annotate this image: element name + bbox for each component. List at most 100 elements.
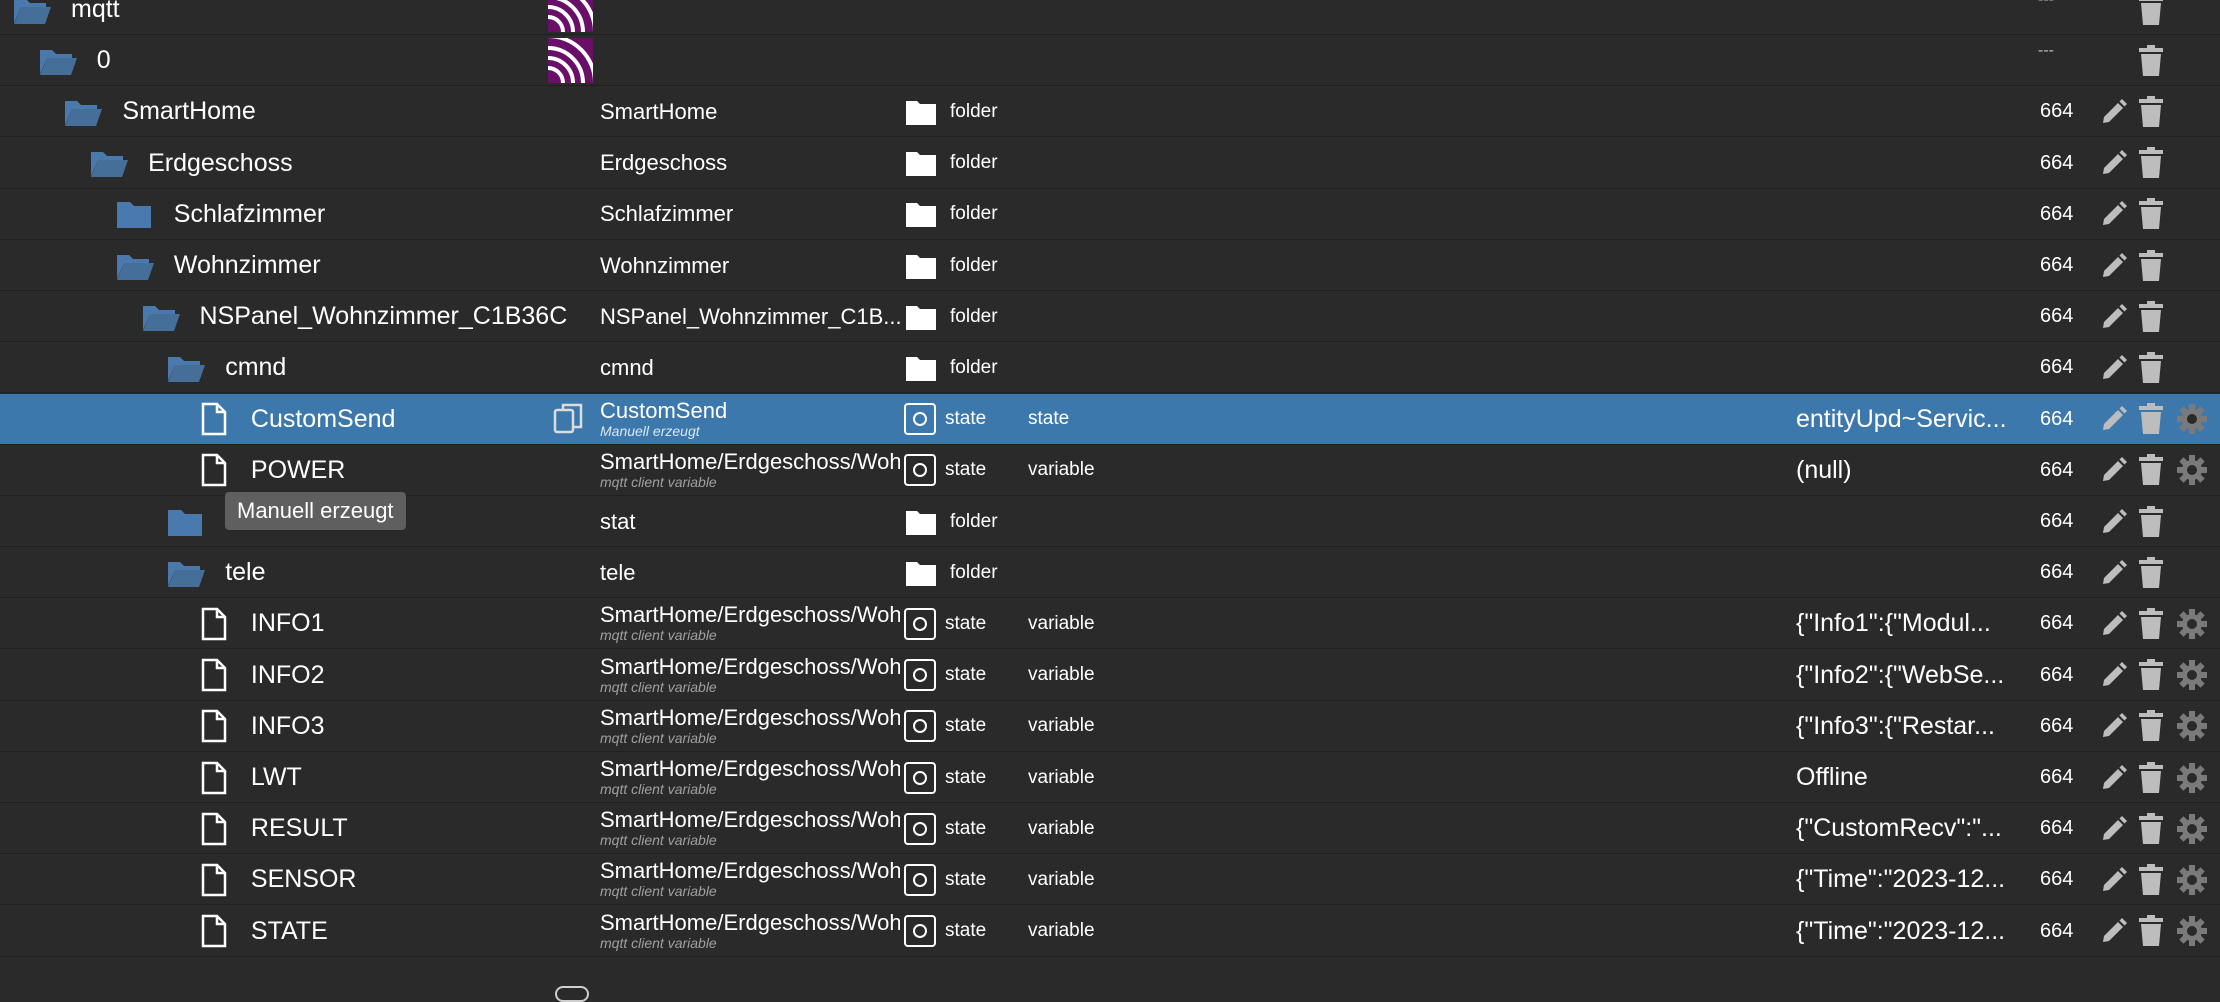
object-name-sub: mqtt client variable xyxy=(600,473,717,490)
tree-row-tele[interactable]: tele tele folder 664 xyxy=(0,547,2220,599)
delete-icon[interactable] xyxy=(2138,752,2164,803)
tree-row-lwt[interactable]: LWT SmartHome/Erdgeschoss/Woh mqtt client … xyxy=(0,752,2220,803)
edit-icon[interactable] xyxy=(2099,547,2129,598)
tree-row-info3[interactable]: INFO3 SmartHome/Erdgeschoss/Woh mqtt clien… xyxy=(0,701,2220,752)
edit-icon[interactable] xyxy=(2099,598,2129,649)
edit-icon[interactable] xyxy=(2099,906,2129,957)
tree-row-nspanel_wohnzimmer_c1b36c[interactable]: NSPanel_Wohnzimmer_C1B36C NSPanel_Wohnzim… xyxy=(0,291,2220,343)
edit-icon[interactable] xyxy=(2099,650,2129,701)
delete-icon[interactable] xyxy=(2138,35,2164,86)
folder-open-icon[interactable] xyxy=(141,291,181,342)
tree-row-erdgeschoss[interactable]: Erdgeschoss Erdgeschoss folder 664 xyxy=(0,138,2220,189)
folder-open-icon[interactable] xyxy=(166,547,206,598)
tree-row-info2[interactable]: INFO2 SmartHome/Erdgeschoss/Woh mqtt clien… xyxy=(0,650,2220,701)
delete-icon[interactable] xyxy=(2138,86,2164,137)
gear-icon[interactable] xyxy=(2176,650,2208,701)
folder-icon[interactable] xyxy=(115,189,153,240)
file-icon[interactable] xyxy=(200,394,228,445)
file-icon[interactable] xyxy=(200,803,228,854)
tree-row-smarthome[interactable]: SmartHome SmartHome folder 664 xyxy=(0,86,2220,138)
object-name: SmartHome/Erdgeschoss/Woh mqtt client var… xyxy=(600,906,900,957)
edit-icon[interactable] xyxy=(2099,86,2129,137)
edit-icon[interactable] xyxy=(2099,240,2129,291)
edit-icon[interactable] xyxy=(2099,291,2129,342)
object-name-text: stat xyxy=(600,508,636,534)
delete-icon[interactable] xyxy=(2138,803,2164,854)
tree-row-schlafzimmer[interactable]: Schlafzimmer Schlafzimmer folder 664 xyxy=(0,189,2220,240)
delete-icon[interactable] xyxy=(2138,547,2164,598)
object-value[interactable]: {"CustomRecv":"... xyxy=(1796,803,2021,854)
delete-icon[interactable] xyxy=(2138,701,2164,752)
tree-row-power[interactable]: POWER SmartHome/Erdgeschoss/Woh mqtt clien… xyxy=(0,445,2220,496)
edit-icon[interactable] xyxy=(2099,342,2129,393)
tree-row-state[interactable]: STATE SmartHome/Erdgeschoss/Woh mqtt clien… xyxy=(0,906,2220,957)
gear-icon[interactable] xyxy=(2176,394,2208,445)
delete-icon[interactable] xyxy=(2138,0,2164,35)
edit-icon[interactable] xyxy=(2099,445,2129,496)
edit-icon[interactable] xyxy=(2099,701,2129,752)
tree-row-mqtt[interactable]: mqtt --- xyxy=(0,0,2220,35)
folder-open-icon[interactable] xyxy=(12,0,52,35)
edit-icon[interactable] xyxy=(2099,854,2129,905)
edit-icon[interactable] xyxy=(2099,189,2129,240)
edit-icon[interactable] xyxy=(2099,394,2129,445)
gear-icon[interactable] xyxy=(2176,701,2208,752)
folder-open-icon[interactable] xyxy=(115,240,155,291)
file-icon[interactable] xyxy=(200,752,228,803)
tree-row-info1[interactable]: INFO1 SmartHome/Erdgeschoss/Woh mqtt clien… xyxy=(0,598,2220,650)
scroll-indicator[interactable] xyxy=(555,986,589,1002)
folder-icon[interactable] xyxy=(166,496,204,547)
object-value[interactable]: {"Time":"2023-12... xyxy=(1796,906,2021,957)
folder-open-icon[interactable] xyxy=(166,342,206,393)
edit-icon[interactable] xyxy=(2099,138,2129,189)
file-icon[interactable] xyxy=(200,854,228,905)
gear-icon[interactable] xyxy=(2176,752,2208,803)
file-icon[interactable] xyxy=(200,445,228,496)
edit-icon[interactable] xyxy=(2099,496,2129,547)
copy-icon[interactable] xyxy=(553,394,585,445)
delete-icon[interactable] xyxy=(2138,650,2164,701)
delete-icon[interactable] xyxy=(2138,138,2164,189)
object-value[interactable]: {"Info3":{"Restar... xyxy=(1796,701,2021,752)
file-icon[interactable] xyxy=(200,906,228,957)
gear-icon[interactable] xyxy=(2176,803,2208,854)
tree-row-result[interactable]: RESULT SmartHome/Erdgeschoss/Woh mqtt clie… xyxy=(0,803,2220,855)
delete-icon[interactable] xyxy=(2138,189,2164,240)
tree-row-customsend[interactable]: CustomSend CustomSend Manuell erzeugt state… xyxy=(0,393,2220,445)
tree-row-0[interactable]: 0 --- xyxy=(0,34,2220,87)
object-name: stat xyxy=(600,496,900,547)
delete-icon[interactable] xyxy=(2138,394,2164,445)
file-icon[interactable] xyxy=(200,598,228,649)
delete-icon[interactable] xyxy=(2138,291,2164,342)
delete-icon[interactable] xyxy=(2138,342,2164,393)
folder-open-icon[interactable] xyxy=(38,35,78,86)
tree-row-cmnd[interactable]: cmnd cmnd folder 664 xyxy=(0,342,2220,394)
object-value[interactable]: entityUpd~Servic... xyxy=(1796,394,2021,445)
delete-icon[interactable] xyxy=(2138,240,2164,291)
object-value[interactable]: {"Time":"2023-12... xyxy=(1796,854,2021,905)
delete-icon[interactable] xyxy=(2138,598,2164,649)
edit-icon[interactable] xyxy=(2099,803,2129,854)
delete-icon[interactable] xyxy=(2138,445,2164,496)
delete-icon[interactable] xyxy=(2138,854,2164,905)
object-acl: 664 xyxy=(2040,919,2074,942)
gear-icon[interactable] xyxy=(2176,598,2208,649)
type-folder-icon xyxy=(905,342,937,393)
type-folder-icon xyxy=(905,189,937,240)
file-icon[interactable] xyxy=(200,701,228,752)
object-value[interactable]: {"Info1":{"Modul... xyxy=(1796,598,2021,649)
tree-row-wohnzimmer[interactable]: Wohnzimmer Wohnzimmer folder 664 xyxy=(0,240,2220,291)
gear-icon[interactable] xyxy=(2176,854,2208,905)
object-value[interactable]: Offline xyxy=(1796,752,2021,803)
folder-open-icon[interactable] xyxy=(63,86,103,137)
object-value[interactable]: {"Info2":{"WebSe... xyxy=(1796,650,2021,701)
gear-icon[interactable] xyxy=(2176,445,2208,496)
object-value[interactable]: (null) xyxy=(1796,445,2021,496)
edit-icon[interactable] xyxy=(2099,752,2129,803)
gear-icon[interactable] xyxy=(2176,906,2208,957)
file-icon[interactable] xyxy=(200,650,228,701)
folder-open-icon[interactable] xyxy=(89,138,129,189)
tree-row-sensor[interactable]: SENSOR SmartHome/Erdgeschoss/Woh mqtt clie… xyxy=(0,854,2220,906)
delete-icon[interactable] xyxy=(2138,496,2164,547)
delete-icon[interactable] xyxy=(2138,906,2164,957)
